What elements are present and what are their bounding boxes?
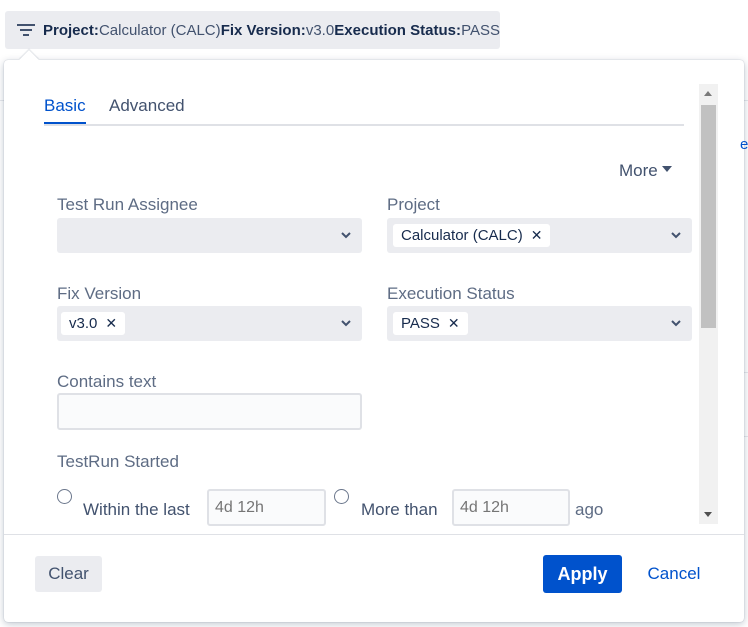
more-than-radio[interactable]: [334, 489, 349, 504]
execution-status-select[interactable]: PASS ✕: [387, 306, 692, 341]
vertical-scrollbar[interactable]: [699, 84, 718, 524]
cancel-button[interactable]: Cancel: [636, 556, 712, 592]
testrun-started-label: TestRun Started: [57, 452, 179, 471]
test-run-assignee-label: Test Run Assignee: [57, 195, 198, 214]
chevron-down-icon: [341, 232, 351, 239]
scroll-up-icon[interactable]: [704, 91, 712, 96]
filter-popup: Basic Advanced More Test Run Assignee Pr…: [4, 50, 744, 622]
ago-label: ago: [575, 500, 604, 519]
summary-execution-status-label: Execution Status: [334, 21, 456, 39]
fix-version-label: Fix Version: [57, 284, 142, 303]
filter-tabs: Basic Advanced: [44, 96, 684, 126]
summary-fix-version-label: Fix Version: [220, 21, 301, 39]
fix-version-tag: v3.0 ✕: [61, 312, 126, 335]
filter-icon: [17, 24, 35, 36]
summary-execution-status-value: PASS: [461, 21, 500, 39]
project-label: Project: [387, 195, 440, 214]
within-last-label: Within the last: [83, 500, 190, 519]
tab-basic[interactable]: Basic: [44, 96, 86, 124]
project-select[interactable]: Calculator (CALC) ✕: [387, 218, 692, 253]
close-icon[interactable]: ✕: [448, 315, 460, 332]
background-divider: [744, 436, 748, 437]
more-dropdown[interactable]: More: [619, 161, 672, 181]
scroll-down-icon[interactable]: [704, 512, 712, 517]
background-link-fragment: e: [740, 136, 748, 153]
more-than-input[interactable]: [452, 489, 570, 526]
contains-text-label: Contains text: [57, 372, 157, 391]
summary-fix-version-value: v3.0: [305, 21, 335, 39]
summary-project-label: Project: [43, 21, 94, 39]
chevron-down-icon: [671, 320, 681, 327]
more-than-label: More than: [361, 500, 438, 519]
apply-button[interactable]: Apply: [543, 555, 622, 593]
tab-advanced[interactable]: Advanced: [109, 96, 185, 122]
execution-status-tag: PASS ✕: [393, 312, 468, 335]
test-run-assignee-select[interactable]: [57, 218, 362, 253]
execution-status-label: Execution Status: [387, 284, 515, 303]
chevron-down-icon: [341, 320, 351, 327]
project-tag: Calculator (CALC) ✕: [393, 224, 551, 247]
background-divider: [744, 100, 748, 101]
background-divider: [744, 372, 748, 373]
close-icon[interactable]: ✕: [105, 315, 117, 332]
chevron-down-icon: [671, 232, 681, 239]
within-last-radio[interactable]: [57, 489, 72, 504]
filter-summary-button[interactable]: Project: Calculator (CALC) Fix Version: …: [5, 11, 500, 49]
footer-divider: [4, 534, 744, 535]
contains-text-input[interactable]: [57, 393, 362, 430]
clear-button[interactable]: Clear: [35, 556, 102, 592]
filter-form-area: Basic Advanced More Test Run Assignee Pr…: [4, 60, 720, 533]
scrollbar-thumb[interactable]: [701, 105, 716, 328]
within-last-input[interactable]: [207, 489, 326, 526]
close-icon[interactable]: ✕: [531, 227, 543, 244]
summary-project-value: Calculator (CALC): [98, 21, 221, 39]
caret-down-icon: [661, 165, 672, 172]
fix-version-select[interactable]: v3.0 ✕: [57, 306, 362, 341]
